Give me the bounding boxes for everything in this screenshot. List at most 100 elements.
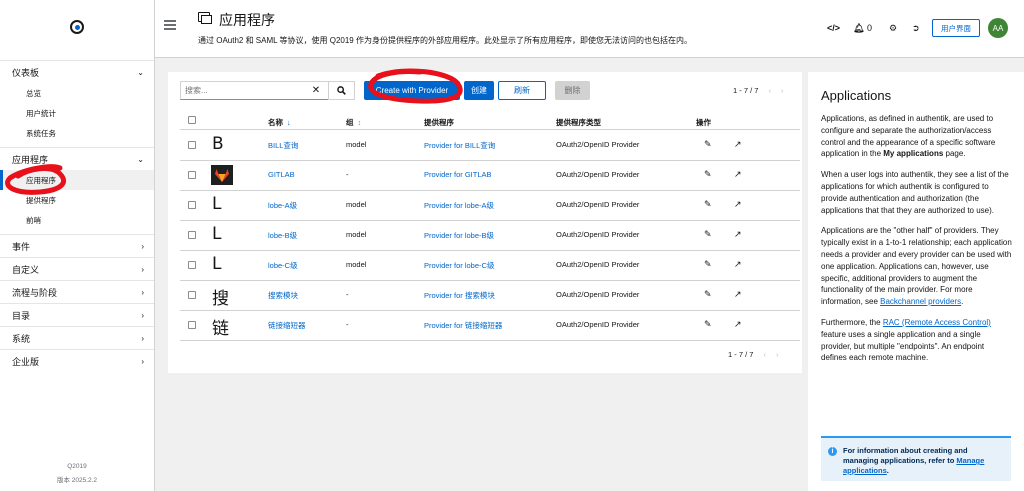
- sidebar-item-outposts[interactable]: 前哨: [0, 210, 154, 230]
- app-icon: B: [212, 134, 224, 154]
- help-paragraph: Applications, as defined in authentik, a…: [821, 113, 1012, 160]
- nav-group-dashboard-toggle[interactable]: 仪表板 ⌄: [0, 61, 154, 83]
- column-header-name[interactable]: 名称 ↓: [268, 117, 291, 128]
- nav-group-flows-stages: 流程与阶段 ›: [0, 280, 154, 303]
- edit-icon[interactable]: ✎: [704, 199, 712, 210]
- nav-group-enterprise-toggle[interactable]: 企业版 ›: [0, 350, 154, 372]
- search-input[interactable]: [181, 82, 305, 99]
- gitlab-logo-icon: [211, 165, 233, 185]
- app-group: -: [346, 320, 349, 329]
- logout-icon[interactable]: ➲: [912, 23, 920, 34]
- sidebar-item-overview[interactable]: 总览: [0, 83, 154, 103]
- sidebar-item-user-statistics[interactable]: 用户统计: [0, 103, 154, 123]
- app-name-link[interactable]: BILL查询: [268, 140, 298, 151]
- app-name-link[interactable]: lobe-B级: [268, 230, 297, 241]
- nav-group-events-toggle[interactable]: 事件 ›: [0, 235, 154, 257]
- open-external-icon[interactable]: ↗: [734, 289, 742, 300]
- app-icon: 搜: [212, 289, 229, 309]
- rac-link[interactable]: RAC (Remote Access Control): [883, 318, 991, 327]
- pagination-range: 1 - 7 / 7: [728, 350, 754, 359]
- nav-group-system-toggle[interactable]: 系统 ›: [0, 327, 154, 349]
- app-name-link[interactable]: 链接缩短器: [268, 320, 306, 331]
- row-checkbox[interactable]: [188, 231, 196, 239]
- column-header-group[interactable]: 组 ↕: [346, 117, 361, 128]
- column-header-provider-type: 提供程序类型: [556, 118, 601, 127]
- refresh-button[interactable]: 刷新: [498, 81, 546, 100]
- provider-type: OAuth2/OpenID Provider: [556, 230, 640, 239]
- help-text: .: [961, 297, 964, 307]
- row-divider: [180, 190, 800, 191]
- avatar[interactable]: AA: [988, 18, 1008, 38]
- row-checkbox[interactable]: [188, 291, 196, 299]
- next-page-icon[interactable]: ›: [776, 350, 779, 359]
- edit-icon[interactable]: ✎: [704, 319, 712, 330]
- row-checkbox[interactable]: [188, 141, 196, 149]
- search-button[interactable]: [328, 81, 355, 100]
- open-external-icon[interactable]: ↗: [734, 319, 742, 330]
- sort-descending-icon: ↓: [287, 118, 291, 127]
- open-external-icon[interactable]: ↗: [734, 169, 742, 180]
- brand-logo-icon[interactable]: [70, 20, 84, 34]
- edit-icon[interactable]: ✎: [704, 139, 712, 150]
- row-divider: [180, 250, 800, 251]
- row-checkbox[interactable]: [188, 261, 196, 269]
- open-external-icon[interactable]: ↗: [734, 259, 742, 270]
- provider-link[interactable]: Provider for 搜索模块: [424, 290, 495, 301]
- help-paragraph: When a user logs into authentik, they se…: [821, 170, 1009, 215]
- row-checkbox[interactable]: [188, 171, 196, 179]
- help-bold-text: My applications: [883, 149, 944, 159]
- select-all-checkbox[interactable]: [188, 116, 196, 124]
- nav-group-applications-toggle[interactable]: 应用程序 ⌄: [0, 148, 154, 170]
- delete-button[interactable]: 删除: [555, 81, 590, 100]
- help-paragraph: Applications are the "other half" of pro…: [821, 225, 1012, 308]
- edit-icon[interactable]: ✎: [704, 229, 712, 240]
- provider-link[interactable]: Provider for 链接缩短器: [424, 320, 502, 331]
- edit-icon[interactable]: ✎: [704, 289, 712, 300]
- row-checkbox[interactable]: [188, 201, 196, 209]
- sort-icon: ↕: [357, 118, 362, 127]
- chevron-right-icon: ›: [141, 287, 144, 297]
- prev-page-icon[interactable]: ‹: [768, 86, 771, 95]
- app-group: -: [346, 290, 349, 299]
- row-checkbox[interactable]: [188, 321, 196, 329]
- provider-link[interactable]: Provider for BILL查询: [424, 140, 495, 151]
- chevron-right-icon: ›: [141, 241, 144, 251]
- user-interface-button[interactable]: 用户界面: [932, 19, 980, 37]
- sidebar-item-providers[interactable]: 提供程序: [0, 190, 154, 210]
- nav-group-flows-stages-toggle[interactable]: 流程与阶段 ›: [0, 281, 154, 303]
- edit-icon[interactable]: ✎: [704, 169, 712, 180]
- menu-icon[interactable]: [164, 20, 176, 30]
- provider-link[interactable]: Provider for lobe-B级: [424, 230, 494, 241]
- app-group: model: [346, 140, 367, 149]
- create-with-provider-button[interactable]: Create with Provider: [364, 81, 460, 100]
- sidebar-item-applications[interactable]: 应用程序: [0, 170, 154, 190]
- next-page-icon[interactable]: ›: [781, 86, 784, 95]
- open-external-icon[interactable]: ↗: [734, 229, 742, 240]
- open-external-icon[interactable]: ↗: [734, 199, 742, 210]
- open-external-icon[interactable]: ↗: [734, 139, 742, 150]
- notification-count: 0: [866, 23, 872, 33]
- app-name-link[interactable]: GITLAB: [268, 170, 295, 179]
- app-name-link[interactable]: lobe-C级: [268, 260, 298, 271]
- provider-link[interactable]: Provider for GITLAB: [424, 170, 492, 179]
- nav-group-label: 仪表板: [12, 67, 40, 78]
- sidebar-item-system-tasks[interactable]: 系统任务: [0, 123, 154, 143]
- nav-group-customization-toggle[interactable]: 自定义 ›: [0, 258, 154, 280]
- app-name-link[interactable]: 搜索模块: [268, 290, 298, 301]
- provider-link[interactable]: Provider for lobe-A级: [424, 200, 494, 211]
- gear-icon[interactable]: ⚙: [889, 23, 897, 34]
- provider-link[interactable]: Provider for lobe-C级: [424, 260, 494, 271]
- clear-search-icon[interactable]: ✕: [305, 82, 327, 99]
- code-icon[interactable]: </>: [827, 23, 840, 33]
- backchannel-providers-link[interactable]: Backchannel providers: [880, 297, 961, 306]
- edit-icon[interactable]: ✎: [704, 259, 712, 270]
- app-group: model: [346, 200, 367, 209]
- pagination-top: 1 - 7 / 7 ‹ ›: [733, 86, 783, 95]
- create-button[interactable]: 创建: [464, 81, 494, 100]
- notifications-button[interactable]: 🔔︎ 0: [853, 23, 872, 34]
- nav-group-directory-toggle[interactable]: 目录 ›: [0, 304, 154, 326]
- app-name-link[interactable]: lobe-A级: [268, 200, 297, 211]
- page-title: 应用程序: [219, 12, 275, 28]
- prev-page-icon[interactable]: ‹: [763, 350, 766, 359]
- bell-icon: 🔔︎: [853, 23, 865, 33]
